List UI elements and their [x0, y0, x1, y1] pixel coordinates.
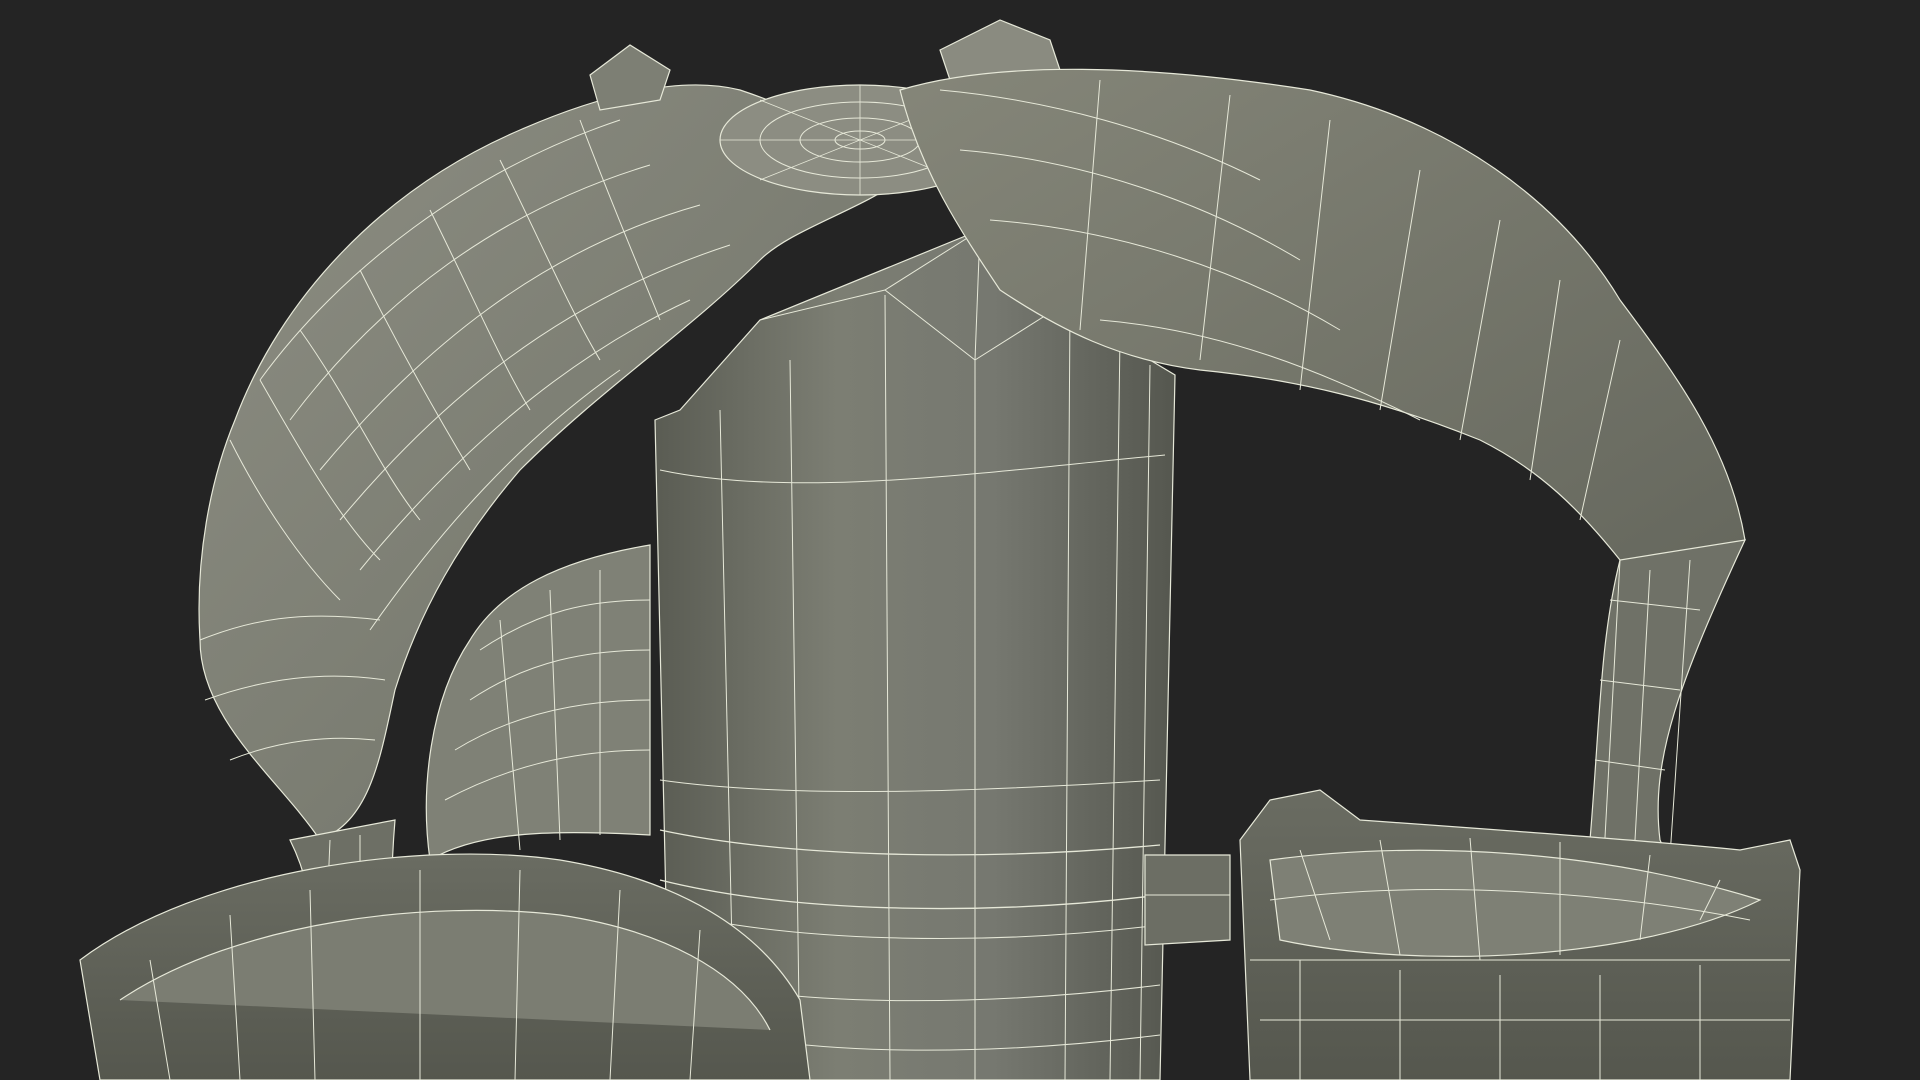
connector-bar — [1144, 854, 1231, 946]
back-arm — [425, 544, 651, 861]
right-tub — [1239, 789, 1801, 1080]
wireframe-model — [79, 19, 1801, 1080]
render-viewport — [0, 0, 1920, 1080]
